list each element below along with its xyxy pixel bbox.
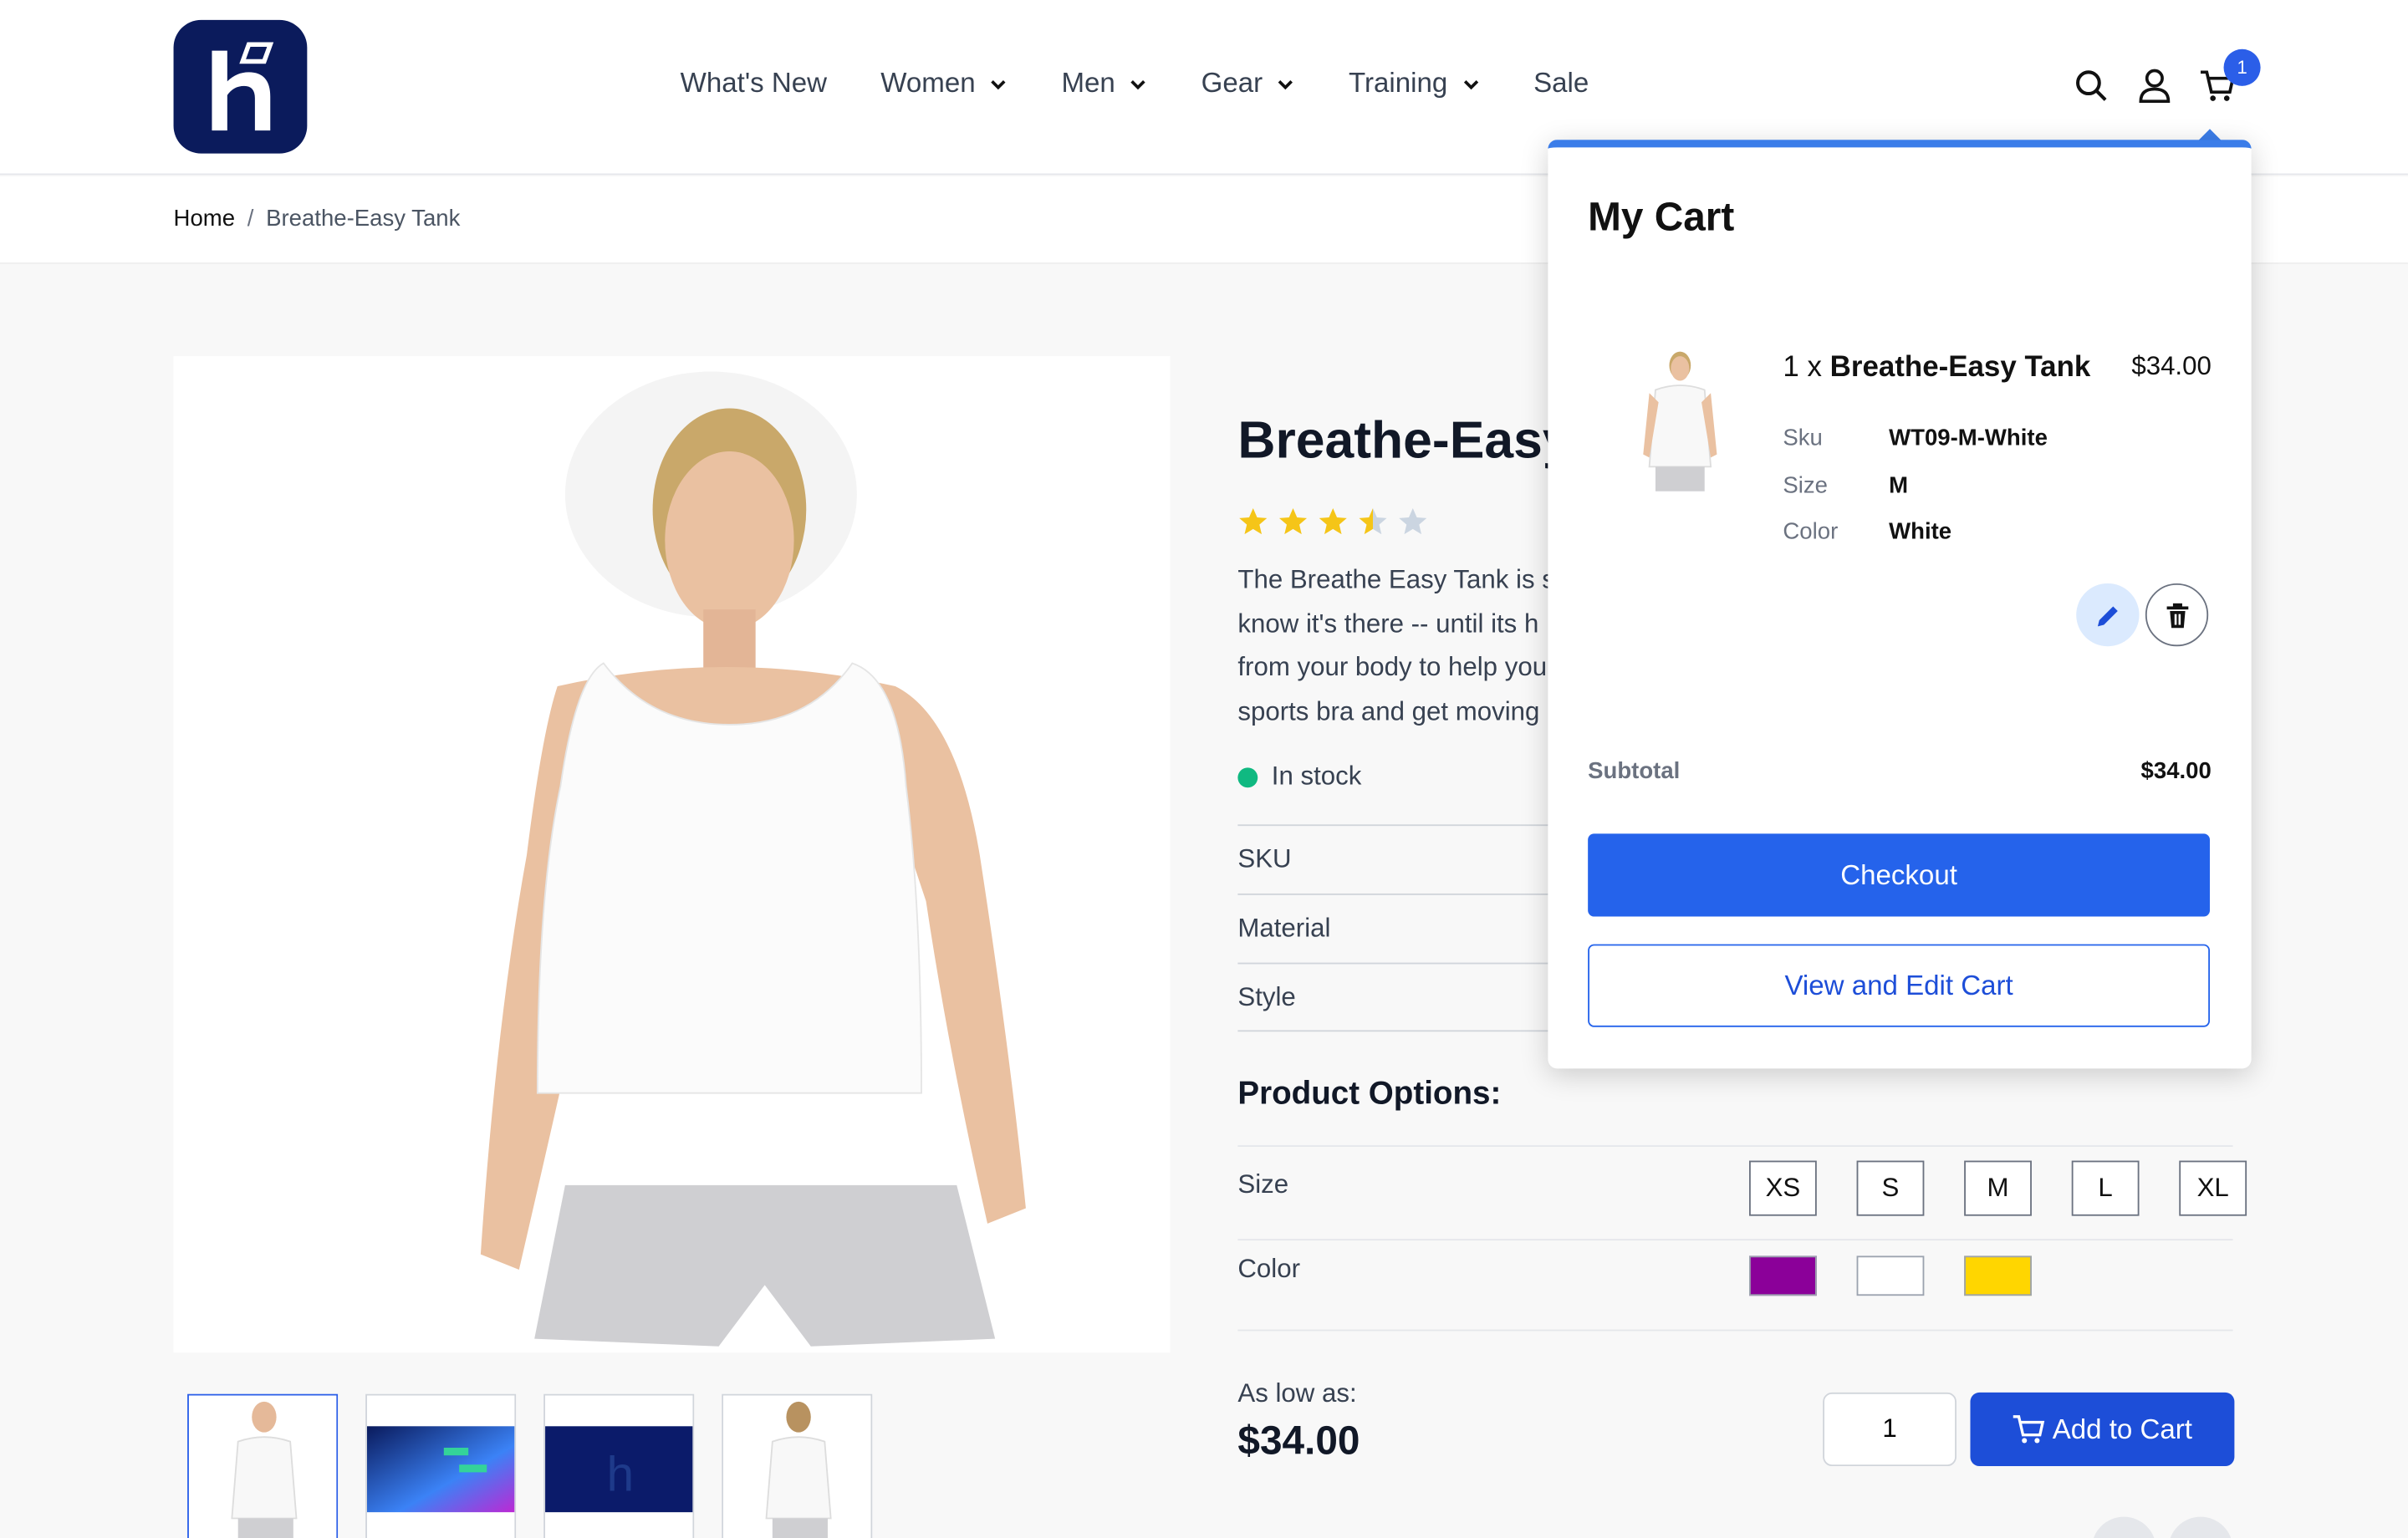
delete-item-button[interactable]: [2145, 583, 2209, 647]
size-option-s[interactable]: S: [1856, 1160, 1925, 1216]
size-option-xl[interactable]: XL: [2179, 1160, 2247, 1216]
cart-item-price: $34.00: [2131, 351, 2212, 381]
nav-label: Training: [1349, 67, 1448, 99]
color-option-row: Color: [1237, 1239, 2233, 1332]
thumbnail-image-1[interactable]: [187, 1393, 339, 1538]
size-swatches: XS S M L XL: [1749, 1160, 2247, 1216]
size-option-m[interactable]: M: [1964, 1160, 2032, 1216]
size-option-l[interactable]: L: [2071, 1160, 2140, 1216]
attribute-sku: SKU: [1237, 824, 1548, 894]
nav-whats-new[interactable]: What's New: [681, 68, 827, 100]
cart-icon: [2013, 1415, 2046, 1444]
subtotal-label: Subtotal: [1588, 758, 1681, 785]
as-low-as-label: As low as:: [1237, 1378, 1357, 1408]
option-label: Sku: [1783, 425, 1823, 451]
mini-cart-title: My Cart: [1588, 193, 1735, 240]
option-value: White: [1889, 518, 1952, 546]
nav-gear[interactable]: Gear: [1201, 68, 1295, 100]
mini-cart-dropdown: My Cart 1 x Breathe-Easy Tank $34.00 Sku…: [1548, 140, 2252, 1069]
cart-item-image[interactable]: [1625, 347, 1736, 504]
stock-label: In stock: [1271, 761, 1362, 791]
thumbnail-image-2[interactable]: [365, 1393, 517, 1538]
add-to-cart-label: Add to Cart: [2052, 1413, 2192, 1444]
quantity-input[interactable]: [1823, 1392, 1956, 1467]
product-description: The Breathe Easy Tank is s know it's the…: [1237, 559, 1548, 734]
star-empty-icon: [1399, 507, 1427, 535]
star-full-icon: [1239, 507, 1268, 535]
cart-item-qty: 1 x: [1783, 351, 1822, 384]
color-swatch-purple[interactable]: [1749, 1255, 1817, 1296]
thumbnail-image-3[interactable]: h: [543, 1393, 695, 1538]
add-to-cart-button[interactable]: Add to Cart: [1970, 1392, 2235, 1467]
chevron-down-icon: [1463, 79, 1478, 89]
description-line: from your body to help you: [1237, 652, 1548, 682]
checkout-button[interactable]: Checkout: [1588, 833, 2211, 917]
svg-text:h: h: [606, 1447, 634, 1501]
logo[interactable]: [173, 19, 308, 154]
star-full-icon: [1319, 507, 1347, 535]
size-option-xs[interactable]: XS: [1749, 1160, 1817, 1216]
header-actions: 1: [2074, 48, 2261, 106]
rating-stars[interactable]: [1237, 507, 1428, 537]
color-label: Color: [1237, 1254, 1300, 1284]
nav-women[interactable]: Women: [880, 68, 1008, 100]
attribute-label: Material: [1237, 913, 1331, 943]
description-line: sports bra and get moving: [1237, 695, 1540, 726]
breadcrumb-home[interactable]: Home: [174, 206, 235, 232]
view-edit-cart-button[interactable]: View and Edit Cart: [1588, 944, 2211, 1027]
in-stock-dot-icon: [1237, 766, 1258, 787]
thumbnail-image-4[interactable]: [722, 1393, 873, 1538]
chevron-down-icon: [1278, 79, 1293, 89]
option-label: Color: [1783, 518, 1839, 546]
attribute-label: SKU: [1237, 844, 1292, 874]
description-line: know it's there -- until its h: [1237, 609, 1539, 639]
attribute-style: Style: [1237, 962, 1548, 1032]
breadcrumb-separator: /: [247, 206, 254, 232]
breadcrumb-current: Breathe-Easy Tank: [266, 206, 461, 232]
chevron-down-icon: [1130, 79, 1145, 89]
pencil-icon: [2097, 605, 2117, 626]
nav-men[interactable]: Men: [1061, 68, 1147, 100]
breadcrumb: Home / Breathe-Easy Tank: [174, 206, 461, 232]
stock-status: In stock: [1237, 761, 1361, 792]
cart-count-badge: 1: [2223, 48, 2261, 86]
cart-item-product-link[interactable]: Breathe-Easy Tank: [1830, 352, 2091, 384]
edit-item-button[interactable]: [2076, 583, 2140, 647]
trash-icon: [2166, 602, 2188, 628]
star-half-icon: [1359, 507, 1387, 535]
option-label: Size: [1783, 472, 1829, 499]
product-options-heading: Product Options:: [1237, 1076, 1502, 1112]
nav-label: Sale: [1533, 67, 1589, 99]
attribute-label: Style: [1237, 982, 1296, 1012]
search-icon[interactable]: [2074, 66, 2110, 106]
cart-icon[interactable]: 1: [2199, 48, 2261, 106]
color-swatch-yellow[interactable]: [1964, 1255, 2032, 1296]
nav-label: Women: [880, 67, 976, 99]
hyva-logo-icon: [211, 41, 273, 130]
subtotal-value: $34.00: [2140, 758, 2212, 785]
chevron-down-icon: [991, 79, 1006, 89]
product-price: $34.00: [1237, 1417, 1360, 1464]
product-thumbnails: h: [187, 1393, 873, 1538]
color-swatch-white[interactable]: [1856, 1255, 1925, 1296]
nav-label: What's New: [680, 67, 828, 99]
wishlist-button[interactable]: [2091, 1516, 2156, 1538]
option-value: WT09-M-White: [1889, 425, 2048, 451]
nav-sale[interactable]: Sale: [1533, 68, 1589, 100]
size-label: Size: [1237, 1169, 1289, 1199]
nav-training[interactable]: Training: [1349, 68, 1480, 100]
description-line: The Breathe Easy Tank is s: [1237, 564, 1548, 594]
nav-label: Men: [1061, 67, 1115, 99]
product-main-image[interactable]: [173, 356, 1171, 1353]
star-full-icon: [1278, 507, 1308, 535]
account-icon[interactable]: [2136, 66, 2173, 106]
color-swatches: [1749, 1255, 2032, 1296]
compare-button[interactable]: [2168, 1516, 2233, 1538]
nav-label: Gear: [1201, 67, 1263, 99]
main-nav: What's New Women Men Gear Training Sale: [681, 68, 1643, 100]
attribute-material: Material: [1237, 893, 1548, 963]
option-value: M: [1889, 472, 1909, 499]
product-title: Breathe-Easy Tank: [1237, 411, 1548, 471]
cart-item-name: 1 x Breathe-Easy Tank: [1783, 352, 2090, 385]
